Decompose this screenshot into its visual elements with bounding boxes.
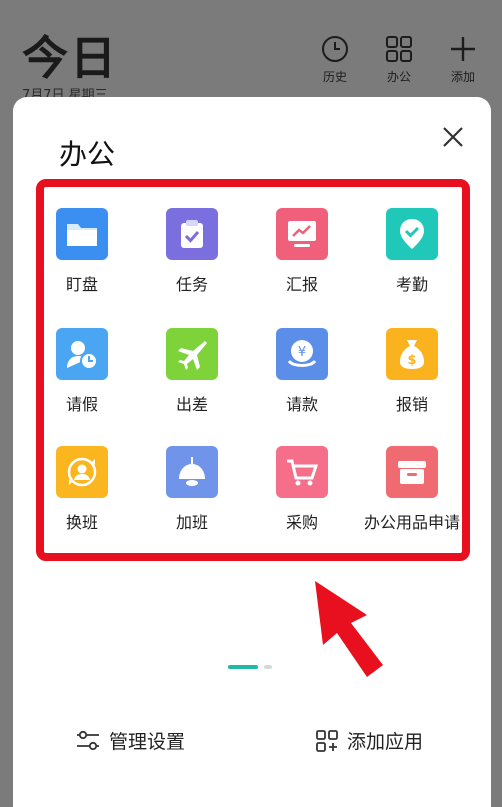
- coin-stack-icon: ¥: [276, 328, 328, 380]
- app-overtime[interactable]: 加班: [137, 446, 247, 533]
- clock-icon: [322, 36, 348, 62]
- app-label: 采购: [285, 513, 318, 532]
- app-dingpan[interactable]: 盯盘: [27, 208, 137, 295]
- app-label: 任务: [175, 275, 208, 294]
- office-button[interactable]: 办公: [377, 34, 421, 85]
- close-button[interactable]: [437, 121, 469, 153]
- page-indicator: [228, 665, 278, 669]
- sheet-title: 办公: [59, 138, 116, 171]
- chart-board-icon: [276, 208, 328, 260]
- svg-text:$: $: [407, 353, 416, 368]
- page-dot-active: [228, 665, 258, 669]
- app-label: 换班: [65, 513, 98, 532]
- app-business-trip[interactable]: 出差: [137, 328, 247, 415]
- app-label: 请款: [285, 395, 318, 414]
- grid-icon: [386, 36, 412, 62]
- app-attendance[interactable]: 考勤: [357, 208, 467, 295]
- airplane-icon: [166, 328, 218, 380]
- history-button[interactable]: 历史: [313, 34, 357, 85]
- add-app-button[interactable]: 添加应用: [315, 727, 423, 754]
- add-label: 添加: [450, 70, 475, 84]
- manage-settings-label: 管理设置: [109, 731, 186, 753]
- clipboard-check-icon: [166, 208, 218, 260]
- add-button[interactable]: 添加: [441, 34, 485, 85]
- grid-plus-icon: [316, 729, 338, 752]
- app-label: 请假: [65, 395, 98, 414]
- app-label: 盯盘: [65, 275, 98, 294]
- pointer-arrow-icon: [309, 575, 389, 683]
- supply-box-icon: [386, 446, 438, 498]
- sliders-icon: [77, 730, 99, 750]
- user-swap-icon: [56, 446, 108, 498]
- app-label: 加班: [175, 513, 208, 532]
- app-label: 办公用品申请: [363, 513, 460, 532]
- app-label: 出差: [175, 395, 208, 414]
- app-shift-swap[interactable]: 换班: [27, 446, 137, 533]
- app-label: 报销: [395, 395, 428, 414]
- app-reimbursement[interactable]: $ 报销: [357, 328, 467, 415]
- manage-settings-button[interactable]: 管理设置: [75, 727, 185, 754]
- money-bag-icon: $: [386, 328, 438, 380]
- page-dot: [264, 665, 272, 669]
- location-check-icon: [386, 208, 438, 260]
- app-report[interactable]: 汇报: [247, 208, 357, 295]
- folder-icon: [56, 208, 108, 260]
- app-leave[interactable]: 请假: [27, 328, 137, 415]
- app-purchase[interactable]: 采购: [247, 446, 357, 533]
- user-clock-icon: [56, 328, 108, 380]
- lamp-icon: [166, 446, 218, 498]
- app-office-supplies[interactable]: 办公用品申请: [357, 446, 467, 533]
- app-payment-request[interactable]: ¥ 请款: [247, 328, 357, 415]
- app-label: 考勤: [395, 275, 428, 294]
- add-app-label: 添加应用: [347, 731, 424, 753]
- svg-text:¥: ¥: [298, 345, 306, 360]
- page-title: 今日: [22, 31, 118, 85]
- office-label: 办公: [386, 70, 411, 84]
- plus-icon: [451, 37, 475, 61]
- app-label: 汇报: [285, 275, 318, 294]
- close-icon: [443, 127, 463, 147]
- history-label: 历史: [322, 70, 347, 84]
- cart-icon: [276, 446, 328, 498]
- office-sheet: 办公 盯盘 任务 汇报 考勤 请假 出差 ¥ 请款 $ 报销 换班 加班 采购 …: [13, 97, 491, 807]
- app-tasks[interactable]: 任务: [137, 208, 247, 295]
